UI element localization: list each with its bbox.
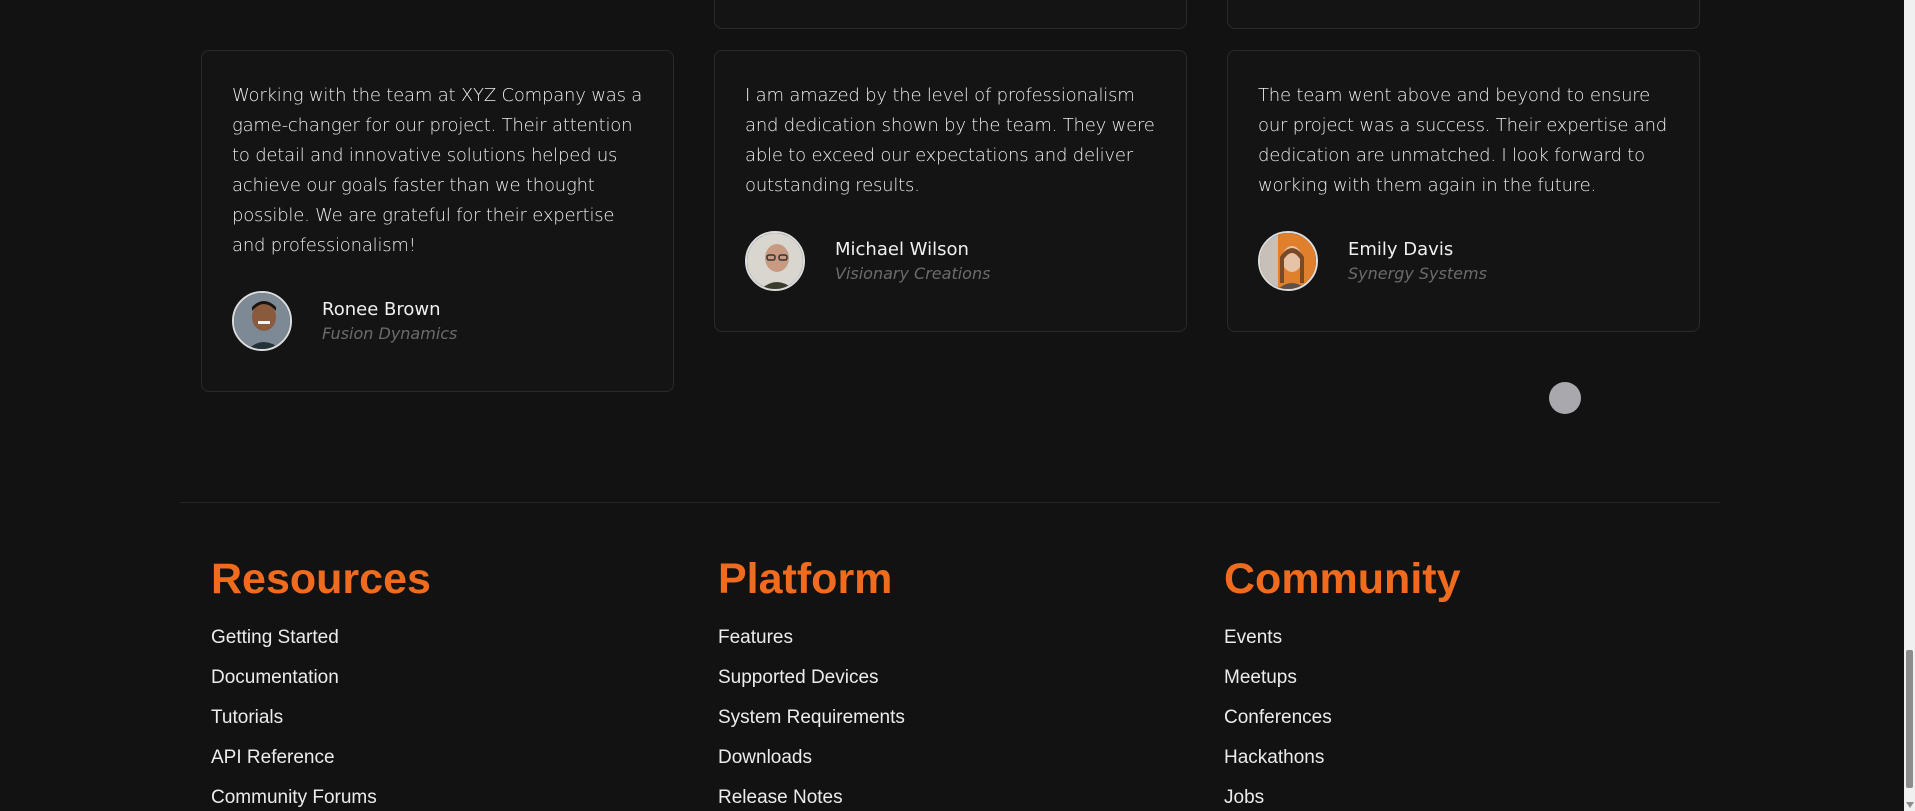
footer-link-downloads[interactable]: Downloads — [718, 738, 905, 778]
testimonial-author: Ronee Brown Fusion Dynamics — [232, 291, 643, 351]
author-company: Fusion Dynamics — [322, 324, 458, 343]
testimonial-quote: The team went above and beyond to ensure… — [1258, 85, 1668, 196]
footer-link-api-reference[interactable]: API Reference — [211, 738, 431, 778]
author-name: Michael Wilson — [835, 239, 969, 260]
footer-links: Events Meetups Conferences Hackathons Jo… — [1224, 618, 1461, 811]
footer-heading: Community — [1224, 555, 1461, 603]
scrollbar-thumb[interactable] — [1906, 650, 1913, 788]
author-name: Emily Davis — [1348, 239, 1454, 260]
footer-heading: Platform — [718, 555, 893, 603]
testimonial-card: The team went above and beyond to ensure… — [1227, 50, 1700, 332]
author-company: Synergy Systems — [1348, 264, 1487, 283]
footer-column-resources: Resources Getting Started Documentation … — [211, 552, 431, 811]
footer-link-conferences[interactable]: Conferences — [1224, 698, 1461, 738]
testimonial-author: Emily Davis Synergy Systems — [1258, 231, 1669, 291]
footer-link-supported-devices[interactable]: Supported Devices — [718, 658, 905, 698]
footer-column-platform: Platform Features Supported Devices Syst… — [718, 552, 905, 811]
footer-link-getting-started[interactable]: Getting Started — [211, 618, 431, 658]
author-info: Michael Wilson Visionary Creations — [835, 237, 990, 285]
footer-link-jobs[interactable]: Jobs — [1224, 778, 1461, 811]
testimonial-card-partial — [1227, 0, 1700, 29]
testimonial-card-partial — [714, 0, 1187, 29]
footer-divider — [180, 502, 1720, 503]
footer-column-community: Community Events Meetups Conferences Hac… — [1224, 552, 1461, 811]
testimonial-quote: I am amazed by the level of professional… — [745, 85, 1155, 196]
avatar — [745, 231, 805, 291]
carousel-dot[interactable] — [1549, 382, 1581, 414]
footer-link-hackathons[interactable]: Hackathons — [1224, 738, 1461, 778]
footer-link-documentation[interactable]: Documentation — [211, 658, 431, 698]
footer-link-features[interactable]: Features — [718, 618, 905, 658]
footer-link-tutorials[interactable]: Tutorials — [211, 698, 431, 738]
testimonial-author: Michael Wilson Visionary Creations — [745, 231, 1156, 291]
footer-link-meetups[interactable]: Meetups — [1224, 658, 1461, 698]
footer-heading: Resources — [211, 555, 431, 603]
testimonial-quote: Working with the team at XYZ Company was… — [232, 85, 643, 256]
page: Working with the team at XYZ Company was… — [0, 0, 1915, 811]
footer-link-community-forums[interactable]: Community Forums — [211, 778, 431, 811]
avatar — [232, 291, 292, 351]
testimonial-card: Working with the team at XYZ Company was… — [201, 50, 674, 392]
footer-link-release-notes[interactable]: Release Notes — [718, 778, 905, 811]
footer-links: Features Supported Devices System Requir… — [718, 618, 905, 811]
author-info: Emily Davis Synergy Systems — [1348, 237, 1487, 285]
author-info: Ronee Brown Fusion Dynamics — [322, 297, 457, 345]
scroll-down-arrow-icon[interactable] — [1906, 802, 1914, 808]
scrollbar[interactable] — [1904, 0, 1915, 811]
footer-link-system-requirements[interactable]: System Requirements — [718, 698, 905, 738]
testimonial-card: I am amazed by the level of professional… — [714, 50, 1187, 332]
author-company: Visionary Creations — [835, 264, 991, 283]
author-name: Ronee Brown — [322, 299, 441, 320]
footer-links: Getting Started Documentation Tutorials … — [211, 618, 431, 811]
avatar — [1258, 231, 1318, 291]
footer-link-events[interactable]: Events — [1224, 618, 1461, 658]
